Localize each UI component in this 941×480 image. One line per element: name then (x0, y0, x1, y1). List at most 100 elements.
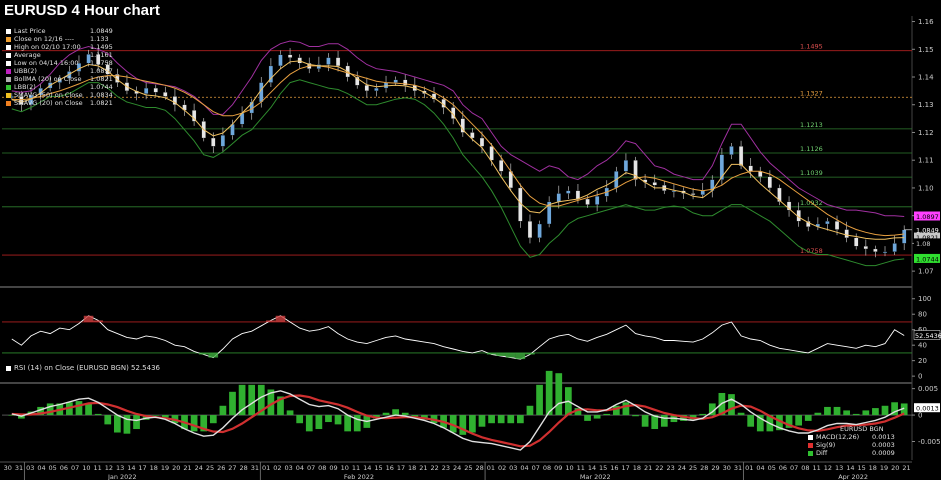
legend-swatch (6, 60, 11, 66)
legend-value: 1.0897 (90, 67, 113, 75)
x-day-label: 15 (599, 464, 607, 472)
x-day-label: 11 (577, 464, 585, 472)
price-legend: Last Price 1.0849 Close on 12/16 ---- 1.133… (6, 27, 113, 107)
x-day-label: 07 (71, 464, 79, 472)
candle-body (873, 248, 878, 252)
legend-label: Low on 04/14 16:00 (14, 59, 79, 67)
legend-value: 1.0744 (90, 83, 113, 91)
candle-body (364, 85, 369, 92)
x-day-label: 04 (520, 464, 528, 472)
rsi-tick-label: 20 (918, 357, 927, 365)
macd-hist-bar (641, 415, 649, 427)
x-month-label: Mar 2022 (580, 473, 611, 480)
price-level-label: 1.1126 (800, 145, 823, 153)
macd-hist-bar (353, 415, 361, 432)
macd-hist-bar (113, 415, 121, 433)
x-day-label: 31 (15, 464, 23, 472)
macd-hist-bar (824, 406, 831, 416)
x-day-label: 10 (565, 464, 573, 472)
x-day-label: 21 (902, 464, 910, 472)
x-day-label: 03 (284, 464, 292, 472)
x-day-label: 03 (509, 464, 517, 472)
macd-tag-label: 0.0013 (916, 405, 939, 413)
macd-legend-swatch (808, 434, 813, 440)
candle-body (470, 132, 475, 139)
macd-hist-bar (190, 415, 198, 432)
macd-legend-value: 0.0003 (872, 441, 895, 449)
x-day-label: 07 (532, 464, 540, 472)
legend-label: High on 02/10 17:00 (14, 43, 81, 51)
macd-legend-label: Diff (816, 449, 828, 457)
x-day-label: 07 (790, 464, 798, 472)
y-tick-label: 1.16 (918, 18, 934, 26)
x-day-label: 13 (835, 464, 843, 472)
x-day-label: 12 (105, 464, 113, 472)
legend-value: 1.0834 (90, 91, 113, 99)
x-day-label: 09 (329, 464, 337, 472)
candle-body (748, 165, 753, 172)
rsi-tick-label: 80 (918, 311, 927, 319)
legend-swatch (6, 28, 11, 34)
macd-hist-bar (833, 406, 841, 416)
legend-value: 1.0758 (90, 59, 113, 67)
legend-row: SMAVG (50) on Close 1.0834 (6, 91, 113, 99)
series-line-lbb-2 (11, 79, 905, 267)
macd-tick-label: 0 (918, 412, 922, 420)
macd-legend-header: EURUSD BGN (840, 425, 884, 433)
legend-row: Average 1.1161 (6, 51, 113, 59)
legend-swatch (6, 52, 11, 58)
candle-body (700, 190, 705, 196)
rsi-oversold-fill (515, 352, 526, 360)
macd-hist-bar (603, 413, 611, 416)
chart-canvas: 1.071.081.091.101.111.121.131.141.151.16… (0, 16, 941, 480)
y-tick-label: 1.15 (918, 46, 934, 54)
x-day-label: 31 (251, 464, 259, 472)
rsi-oversold-fill (198, 352, 209, 355)
x-day-label: 26 (217, 464, 225, 472)
x-day-label: 04 (37, 464, 45, 472)
macd-hist-bar (536, 384, 543, 416)
macd-hist-bar (593, 415, 601, 419)
x-day-label: 13 (116, 464, 124, 472)
x-day-label: 01 (487, 464, 495, 472)
macd-hist-bar (747, 415, 755, 427)
rsi-tick-label: 100 (918, 295, 931, 303)
macd-hist-bar (401, 412, 409, 416)
legend-label: Average (14, 51, 41, 59)
candle-body (287, 54, 293, 58)
legend-label: Close on 12/16 ---- (14, 35, 75, 43)
macd-hist-bar (584, 415, 591, 421)
rsi-oversold-fill (496, 352, 506, 357)
macd-hist-bar (555, 373, 563, 416)
series-line-smavg-20-on-close (11, 60, 905, 240)
macd-hist-bar (75, 401, 83, 416)
rsi-legend-swatch (6, 365, 11, 371)
x-day-label: 21 (419, 464, 427, 472)
x-day-label: 29 (711, 464, 719, 472)
x-day-label: 19 (880, 464, 888, 472)
candle-body (143, 87, 149, 94)
macd-hist-bar (325, 415, 332, 423)
macd-hist-bar (334, 415, 342, 425)
rsi-overbought-fill (275, 315, 286, 322)
candle-body (163, 92, 168, 97)
y-tick-label: 1.14 (918, 74, 934, 82)
macd-hist-bar (497, 415, 505, 424)
macd-legend-row: MACD(12,26) 0.0013 (808, 433, 895, 441)
legend-value: 1.0849 (90, 27, 113, 35)
rsi-oversold-fill (505, 352, 516, 358)
macd-legend-label: Sig(9) (816, 441, 836, 449)
legend-label: Last Price (14, 27, 46, 35)
rsi-overbought-fill (266, 320, 276, 322)
x-day-label: 17 (138, 464, 146, 472)
candle-body (326, 57, 331, 65)
candle-body (738, 146, 744, 166)
x-day-label: 23 (666, 464, 674, 472)
candle-body (892, 243, 897, 252)
candle-body (211, 137, 216, 147)
macd-hist-bar (85, 403, 92, 416)
x-day-label: 02 (498, 464, 506, 472)
legend-swatch (6, 84, 11, 90)
rsi-legend: RSI (14) on Close (EURUSD BGN) 52.5436 (6, 364, 160, 372)
x-day-label: 18 (408, 464, 416, 472)
